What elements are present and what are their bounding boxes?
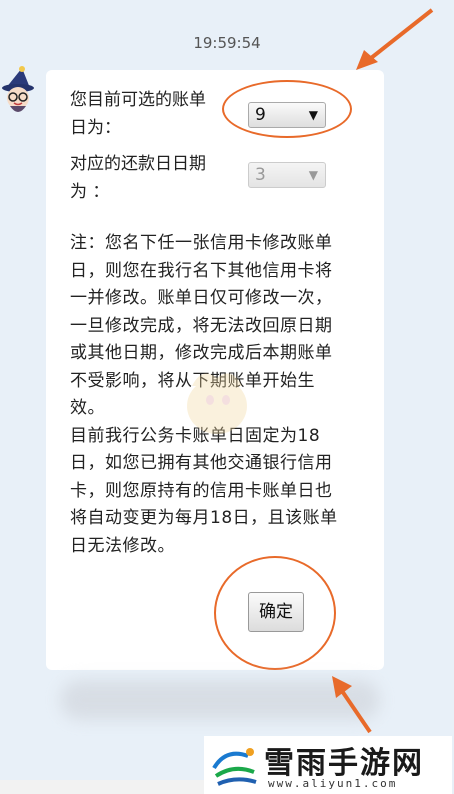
- repay-day-select[interactable]: 3 ▼: [248, 162, 326, 188]
- mascot-watermark-icon: [187, 373, 247, 434]
- repay-label-line2: 为 ：: [70, 182, 110, 202]
- note-line: 一旦修改完成，将无法改回原日期: [70, 315, 333, 336]
- annotation-arrow-icon: [332, 676, 372, 734]
- billing-day-label: 您目前可选的账单 日为：: [70, 86, 206, 142]
- chevron-down-icon: ▼: [308, 168, 318, 182]
- note-line: 日，如您已拥有其他交通银行信用: [70, 453, 333, 473]
- note-line: 日无法修改。: [70, 535, 175, 556]
- site-watermark: 雪雨手游网 www.aliyun1.com: [204, 736, 452, 794]
- note-line: 日，则您在我行名下其他信用卡将: [70, 260, 333, 281]
- note-line: 卡，则您原持有的信用卡账单日也: [70, 480, 333, 501]
- annotation-arrow-icon: [356, 8, 434, 70]
- note-line: 一并修改。账单日仅可修改一次，: [70, 288, 333, 308]
- billing-label-line2: 日为：: [70, 118, 121, 138]
- watermark-title: 雪雨手游网: [264, 746, 424, 781]
- billing-label-line1: 您目前可选的账单: [70, 90, 206, 110]
- note-line: 将自动变更为每月18日，且该账单: [70, 508, 338, 528]
- watermark-url: www.aliyun1.com: [268, 777, 398, 790]
- annotation-circle-select: [222, 80, 352, 138]
- site-logo-icon: [212, 748, 257, 786]
- repay-label-line1: 对应的还款日日期: [70, 154, 206, 174]
- wizard-avatar-icon: [2, 66, 34, 112]
- input-bar-edge: [0, 780, 204, 794]
- repay-day-label: 对应的还款日日期 为 ：: [70, 150, 206, 206]
- annotation-circle-confirm: [214, 556, 336, 670]
- bot-avatar[interactable]: [0, 66, 40, 118]
- note-line: 注：您名下任一张信用卡修改账单: [70, 233, 333, 253]
- repay-day-value: 3: [255, 165, 266, 185]
